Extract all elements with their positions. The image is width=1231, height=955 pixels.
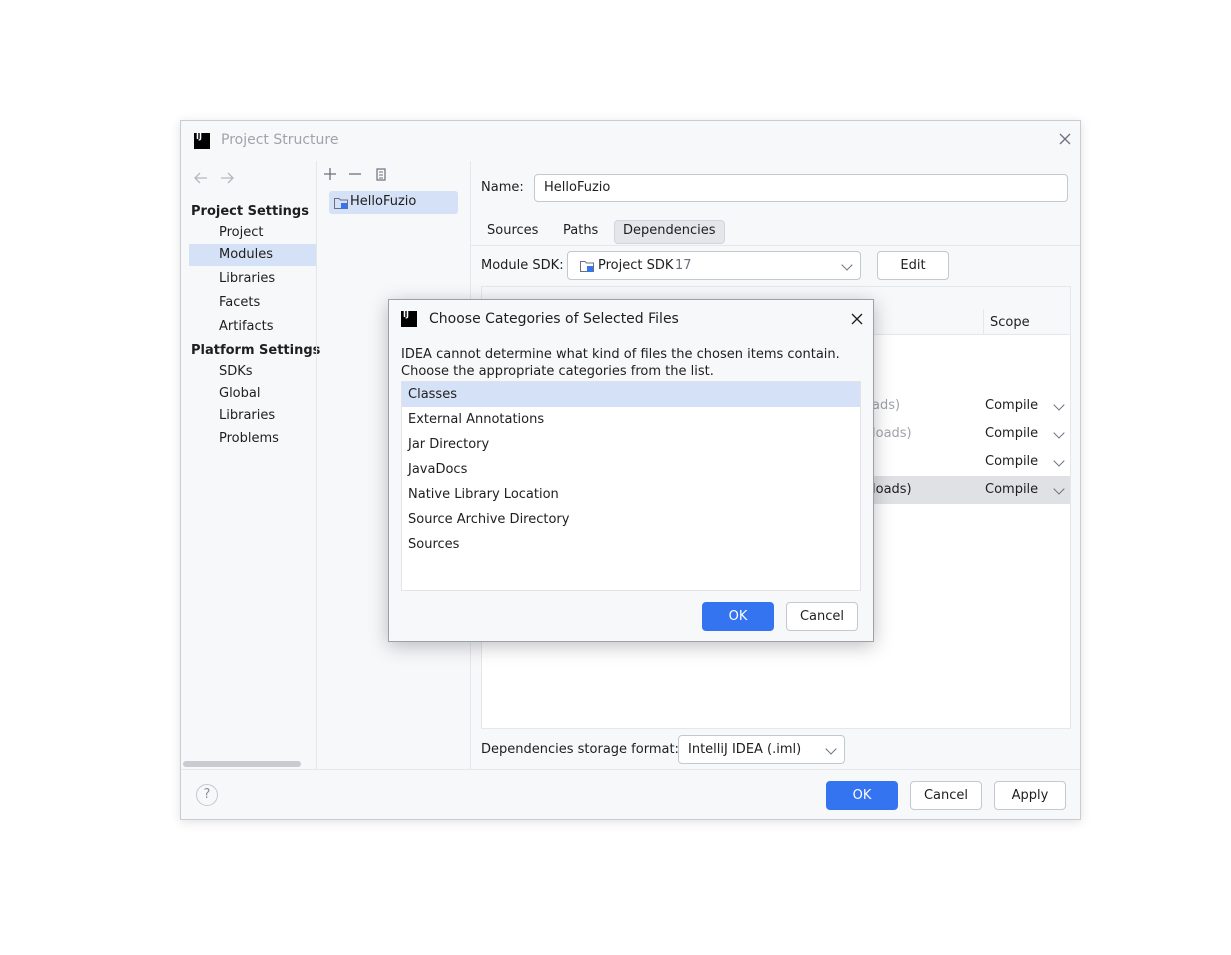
storage-format-value: IntelliJ IDEA (.iml) xyxy=(688,742,802,757)
close-icon[interactable] xyxy=(1057,131,1073,147)
close-icon[interactable] xyxy=(849,311,865,327)
module-folder-icon xyxy=(333,195,349,215)
tabs-divider xyxy=(471,245,1080,246)
sidebar-item-libraries[interactable]: Libraries xyxy=(189,268,316,290)
forward-arrow-icon[interactable] xyxy=(219,171,235,189)
choose-categories-dialog: IJ Choose Categories of Selected Files I… xyxy=(388,299,874,642)
ok-button[interactable]: OK xyxy=(826,781,898,810)
scope-value[interactable]: Compile xyxy=(985,454,1038,469)
sdk-folder-icon xyxy=(579,258,595,278)
categories-list: Classes External Annotations Jar Directo… xyxy=(401,381,861,591)
sdk-version: 17 xyxy=(675,258,692,273)
horizontal-scrollbar[interactable] xyxy=(183,761,301,767)
scope-value[interactable]: Compile xyxy=(985,398,1038,413)
apply-button[interactable]: Apply xyxy=(994,781,1066,810)
sidebar-item-artifacts[interactable]: Artifacts xyxy=(189,316,316,338)
scope-header: Scope xyxy=(990,315,1030,330)
sidebar-item-sdks[interactable]: SDKs xyxy=(189,361,316,383)
tab-dependencies[interactable]: Dependencies xyxy=(614,220,725,244)
intellij-app-icon: IJ xyxy=(194,133,210,149)
chevron-down-icon xyxy=(1053,427,1065,439)
module-sdk-dropdown[interactable]: Project SDK 17 xyxy=(567,251,861,280)
list-item[interactable]: External Annotations xyxy=(402,407,860,432)
cancel-button[interactable]: Cancel xyxy=(910,781,982,810)
remove-module-icon[interactable] xyxy=(347,166,363,186)
dialog-title: Choose Categories of Selected Files xyxy=(429,311,679,327)
header-divider xyxy=(983,309,984,335)
tab-sources[interactable]: Sources xyxy=(479,220,546,242)
list-item[interactable]: Native Library Location xyxy=(402,482,860,507)
list-item[interactable]: Sources xyxy=(402,532,860,557)
sidebar-item-project[interactable]: Project xyxy=(189,222,316,244)
sidebar-item-problems[interactable]: Problems xyxy=(189,428,316,450)
name-label: Name: xyxy=(481,180,524,195)
dialog-cancel-button[interactable]: Cancel xyxy=(786,602,858,631)
list-item[interactable]: JavaDocs xyxy=(402,457,860,482)
chevron-down-icon xyxy=(1053,399,1065,411)
sidebar-item-global-libraries[interactable]: Global Libraries xyxy=(189,383,316,423)
dialog-message-line1: IDEA cannot determine what kind of files… xyxy=(401,347,840,362)
list-item[interactable]: Classes xyxy=(402,382,860,407)
sidebar-divider xyxy=(316,161,317,769)
copy-module-icon[interactable] xyxy=(374,166,388,186)
chevron-down-icon xyxy=(1053,455,1065,467)
dependency-name: loads) xyxy=(872,426,912,441)
storage-format-label: Dependencies storage format: xyxy=(481,742,679,757)
module-name-value: HelloFuzio xyxy=(544,180,611,195)
intellij-app-icon: IJ xyxy=(401,311,417,327)
list-item[interactable]: Source Archive Directory xyxy=(402,507,860,532)
dependency-name: loads) xyxy=(872,482,912,497)
sdk-value: Project SDK xyxy=(598,258,674,273)
dependency-name: ads) xyxy=(872,398,901,413)
back-arrow-icon[interactable] xyxy=(193,171,209,189)
help-icon[interactable]: ? xyxy=(196,784,218,806)
project-settings-header: Project Settings xyxy=(191,204,309,219)
footer-divider xyxy=(181,769,1080,770)
storage-format-dropdown[interactable]: IntelliJ IDEA (.iml) xyxy=(678,735,845,764)
sidebar-item-facets[interactable]: Facets xyxy=(189,292,316,314)
list-item[interactable]: Jar Directory xyxy=(402,432,860,457)
scope-value[interactable]: Compile xyxy=(985,426,1038,441)
module-item-hellofuzio[interactable]: HelloFuzio xyxy=(329,191,458,214)
dialog-ok-button[interactable]: OK xyxy=(702,602,774,631)
dialog-message-line2: Choose the appropriate categories from t… xyxy=(401,364,714,379)
module-sdk-label: Module SDK: xyxy=(481,258,564,273)
module-item-label: HelloFuzio xyxy=(350,194,417,209)
scope-value[interactable]: Compile xyxy=(985,482,1038,497)
chevron-down-icon xyxy=(825,743,837,755)
sidebar-item-modules[interactable]: Modules xyxy=(189,244,316,266)
chevron-down-icon xyxy=(841,259,853,271)
module-name-field[interactable]: HelloFuzio xyxy=(534,174,1068,202)
tab-paths[interactable]: Paths xyxy=(555,220,606,242)
edit-sdk-button[interactable]: Edit xyxy=(877,251,949,280)
platform-settings-header: Platform Settings xyxy=(191,343,321,358)
window-title: Project Structure xyxy=(221,132,339,148)
add-module-icon[interactable] xyxy=(322,166,338,186)
